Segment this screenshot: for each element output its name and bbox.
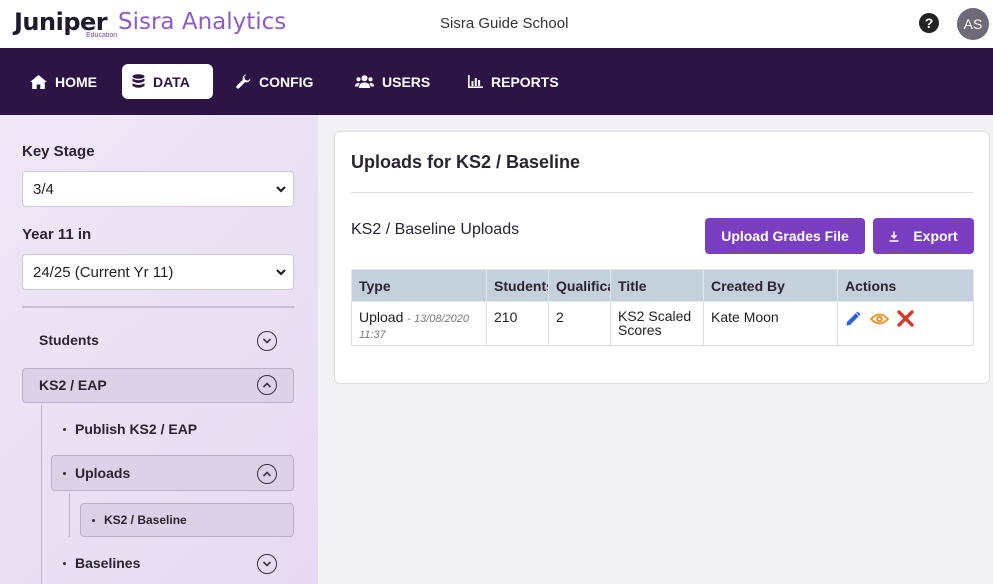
sidebar-item-label: Uploads	[75, 465, 131, 481]
sidebar-item-uploads-label: Uploads	[63, 465, 130, 481]
col-type[interactable]: Type	[351, 269, 487, 302]
wrench-icon	[236, 74, 251, 89]
sidebar-item-label: Publish KS2 / EAP	[75, 421, 198, 437]
nav-data-label: DATA	[153, 73, 190, 90]
col-students[interactable]: Students	[486, 269, 549, 302]
delete-icon[interactable]	[897, 310, 914, 327]
chevron-down-icon	[276, 186, 286, 193]
col-title[interactable]: Title	[610, 269, 704, 302]
school-name: Sisra Guide School	[440, 15, 569, 32]
nav-users[interactable]: USERS	[345, 64, 440, 99]
sidebar: Key Stage 3/4 Year 11 in 24/25 (Current …	[0, 115, 318, 584]
col-qualifications[interactable]: Qualifications	[548, 269, 611, 302]
bullet	[92, 518, 95, 522]
nav-config-label: CONFIG	[259, 73, 314, 90]
users-icon	[355, 75, 374, 88]
sidebar-item-baselines[interactable]: Baselines	[63, 555, 140, 571]
sidebar-item-ks2-eap-label: KS2 / EAP	[39, 377, 107, 393]
bar-chart-icon	[468, 75, 483, 88]
expand-students-button[interactable]	[257, 331, 277, 351]
sidebar-item-label: KS2 / Baseline	[104, 513, 187, 527]
sidebar-item-label: KS2 / EAP	[39, 377, 107, 393]
year-select[interactable]: 24/25 (Current Yr 11)	[22, 254, 294, 290]
table-header-row: Type Students Qualifications Title Creat…	[351, 269, 974, 302]
cell-students: 210	[486, 301, 549, 346]
key-stage-select[interactable]: 3/4	[22, 171, 294, 207]
top-bar: Juniper Education Sisra Analytics Sisra …	[0, 0, 993, 48]
download-icon	[889, 231, 899, 242]
bullet	[63, 561, 66, 565]
tree-line	[41, 405, 42, 584]
cell-created-by: Kate Moon	[703, 301, 838, 346]
nav-home-label: HOME	[55, 73, 97, 90]
key-stage-label: Key Stage	[22, 143, 95, 160]
sidebar-item-ks2-baseline-label: KS2 / Baseline	[92, 513, 187, 527]
cell-actions	[837, 301, 974, 346]
chevron-up-icon	[262, 471, 272, 477]
nav-users-label: USERS	[382, 73, 431, 90]
collapse-uploads-button[interactable]	[257, 464, 277, 484]
uploads-table: Type Students Qualifications Title Creat…	[351, 269, 974, 346]
bullet	[63, 427, 66, 431]
upload-grades-label: Upload Grades File	[721, 228, 849, 244]
bullet	[63, 471, 66, 475]
nav-home[interactable]: HOME	[20, 64, 107, 99]
eye-icon[interactable]	[870, 312, 889, 326]
tree-line	[69, 493, 70, 537]
page-title: Uploads for KS2 / Baseline	[351, 152, 581, 172]
cell-type: Upload - 13/08/2020 11:37	[351, 301, 487, 346]
main-nav: HOME DATA CONFIG USERS REPORTS	[0, 48, 993, 115]
nav-reports-label: REPORTS	[491, 73, 559, 90]
help-icon[interactable]: ?	[919, 13, 939, 33]
key-stage-value: 3/4	[33, 181, 54, 198]
brand-education: Education	[86, 32, 118, 39]
cell-qualifications: 2	[548, 301, 611, 346]
chevron-down-icon	[262, 338, 272, 344]
nav-data[interactable]: DATA	[122, 64, 213, 99]
sidebar-item-students[interactable]: Students	[39, 332, 99, 348]
export-label: Export	[913, 228, 958, 244]
chevron-down-icon	[262, 561, 272, 567]
sidebar-item-label: Baselines	[75, 555, 141, 571]
title-divider	[351, 192, 973, 193]
section-title: KS2 / Baseline Uploads	[351, 221, 520, 238]
collapse-ks2-eap-button[interactable]	[257, 375, 277, 395]
export-button[interactable]: Export	[873, 218, 974, 254]
chevron-up-icon	[262, 382, 272, 388]
expand-baselines-button[interactable]	[257, 554, 277, 574]
nav-reports[interactable]: REPORTS	[458, 64, 569, 99]
uploads-card: Uploads for KS2 / Baseline KS2 / Baselin…	[334, 131, 990, 384]
col-created-by[interactable]: Created By	[703, 269, 838, 302]
home-icon	[30, 74, 47, 89]
table-row: Upload - 13/08/2020 11:37 210 2 KS2 Scal…	[351, 301, 974, 346]
col-actions: Actions	[837, 269, 974, 302]
sidebar-divider	[22, 306, 294, 308]
avatar[interactable]: AS	[957, 8, 989, 40]
chevron-down-icon	[276, 269, 286, 276]
pencil-icon[interactable]	[845, 310, 862, 327]
cell-title: KS2 Scaled Scores	[610, 301, 704, 346]
database-icon	[132, 74, 145, 88]
brand-product: Sisra Analytics	[118, 9, 287, 35]
upload-type: Upload	[359, 309, 404, 325]
year-value: 24/25 (Current Yr 11)	[33, 264, 174, 281]
nav-config[interactable]: CONFIG	[226, 64, 323, 99]
sidebar-item-publish[interactable]: Publish KS2 / EAP	[63, 421, 197, 437]
year-label: Year 11 in	[22, 226, 92, 243]
sidebar-item-label: Students	[39, 332, 99, 348]
upload-grades-button[interactable]: Upload Grades File	[705, 218, 865, 254]
